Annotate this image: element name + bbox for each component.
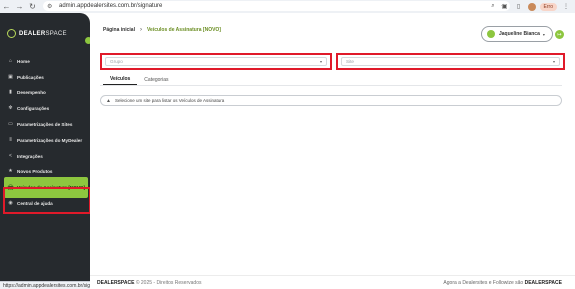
sidebar-item-label: Publicações <box>17 74 44 80</box>
home-icon: ⌂ <box>8 58 13 64</box>
tabs: Veículos Categorias <box>103 74 175 85</box>
error-badge[interactable]: Erro <box>539 2 557 11</box>
group-select-highlight: Grupo ▾ <box>100 53 332 70</box>
footer-announcement: Agora a Dealersites e Followize são DEAL… <box>443 280 562 286</box>
back-icon[interactable]: ← <box>0 0 13 13</box>
status-url-text: https://admin.appdealersites.com.br/sign… <box>3 282 105 289</box>
sidebar-item-home[interactable]: ⌂ Home <box>7 56 30 66</box>
footer-right-text: Agora a Dealersites e Followize são <box>443 280 524 286</box>
site-select[interactable]: Site ▾ <box>341 57 560 66</box>
star-icon: ★ <box>8 168 13 174</box>
user-menu-button[interactable]: Jaqueline Bianca ▾ <box>481 26 553 42</box>
logout-button[interactable]: ↦ <box>555 30 564 39</box>
sidebar: DEALERSPACE ⌂ Home ▣ Publicações ▮ Desem… <box>0 13 92 289</box>
breadcrumb: Página inicial › Veículos de Assinatura … <box>103 27 221 33</box>
chevron-down-icon: ▾ <box>319 59 322 64</box>
alert-text: Selecione um site para listar os Veículo… <box>114 98 225 103</box>
sidepanel-icon[interactable]: ▯ <box>514 3 524 10</box>
chevron-down-icon: ▾ <box>542 31 545 37</box>
browser-toolbar: ← → ↻ ⚙ admin.appdealersites.com.br/sign… <box>0 0 575 13</box>
logo-bold: DEALER <box>19 30 46 37</box>
footer-copyright: DEALERSPACE © 2025 - Direitos Reservados <box>97 280 201 286</box>
warning-icon: ▲ <box>106 97 111 104</box>
sidebar-item-publicacoes[interactable]: ▣ Publicações <box>7 72 44 82</box>
user-name: Jaqueline Bianca <box>499 31 540 37</box>
profile-avatar[interactable] <box>527 2 536 11</box>
zoom-icon[interactable]: ⌕ <box>491 3 494 10</box>
footer-divider <box>90 275 575 276</box>
sidebar-item-parametrizacoes-mydealer[interactable]: ⫴ Parametrizações do MyDealer <box>7 135 82 145</box>
sidebar-item-label: Parametrizações de Sites <box>17 121 73 127</box>
sidebar-item-desempenho[interactable]: ▮ Desempenho <box>7 87 46 97</box>
reload-icon[interactable]: ↻ <box>26 0 39 13</box>
group-select-placeholder: Grupo <box>110 59 123 64</box>
group-select[interactable]: Grupo ▾ <box>105 57 327 66</box>
footer-copyright-text: © 2025 - Direitos Reservados <box>135 280 202 286</box>
tab-divider <box>100 85 562 86</box>
sidebar-item-integracoes[interactable]: < Integrações <box>7 151 43 161</box>
footer-brand: DEALERSPACE <box>97 280 135 286</box>
chevron-down-icon: ▾ <box>552 59 555 64</box>
sidebar-item-configuracoes[interactable]: ✻ Configurações <box>7 103 49 113</box>
tab-veiculos[interactable]: Veículos <box>103 74 138 85</box>
sidebar-item-parametrizacoes-sites[interactable]: ▭ Parametrizações de Sites <box>7 119 72 129</box>
sidebar-item-label: Desempenho <box>17 89 46 95</box>
forward-icon[interactable]: → <box>13 0 26 13</box>
site-select-highlight: Site ▾ <box>336 53 565 70</box>
info-alert: ▲ Selecione um site para listar os Veícu… <box>100 95 562 106</box>
extensions-icon[interactable]: ▣ <box>500 3 510 10</box>
share-icon: < <box>9 153 12 159</box>
logo-mark-icon <box>7 29 16 38</box>
gear-icon: ✻ <box>8 105 13 111</box>
chevron-right-icon: › <box>139 27 142 33</box>
logo[interactable]: DEALERSPACE <box>7 29 67 38</box>
sidebar-item-novos-produtos[interactable]: ★ Novos Produtos <box>7 166 52 176</box>
sliders-icon: ⫴ <box>9 137 12 143</box>
breadcrumb-current: Veículos de Assinatura [NOVO] <box>146 27 221 33</box>
bar-chart-icon: ▮ <box>9 89 12 95</box>
main-content: Página inicial › Veículos de Assinatura … <box>90 13 575 289</box>
publications-icon: ▣ <box>8 74 13 80</box>
user-avatar <box>487 30 495 38</box>
tab-categorias[interactable]: Categorias <box>137 74 175 85</box>
sidebar-item-label: Home <box>17 58 30 64</box>
sidebar-item-label: Parametrizações do MyDealer <box>17 137 83 143</box>
highlight-box <box>3 187 91 214</box>
logo-light: SPACE <box>45 30 67 37</box>
breadcrumb-home[interactable]: Página inicial <box>103 27 135 33</box>
menu-kebab-icon[interactable]: ⋮ <box>561 3 571 10</box>
sidebar-item-label: Configurações <box>17 105 50 111</box>
site-select-placeholder: Site <box>346 59 354 64</box>
monitor-icon: ▭ <box>8 121 13 127</box>
sidebar-item-label: Integrações <box>17 153 43 159</box>
address-bar[interactable]: ⚙ admin.appdealersites.com.br/signature … <box>43 1 510 11</box>
site-info-icon[interactable]: ⚙ <box>47 3 55 10</box>
footer-right-brand: DEALERSPACE <box>524 280 562 286</box>
url-text[interactable]: admin.appdealersites.com.br/signature <box>59 3 162 9</box>
sidebar-item-label: Novos Produtos <box>17 168 53 174</box>
